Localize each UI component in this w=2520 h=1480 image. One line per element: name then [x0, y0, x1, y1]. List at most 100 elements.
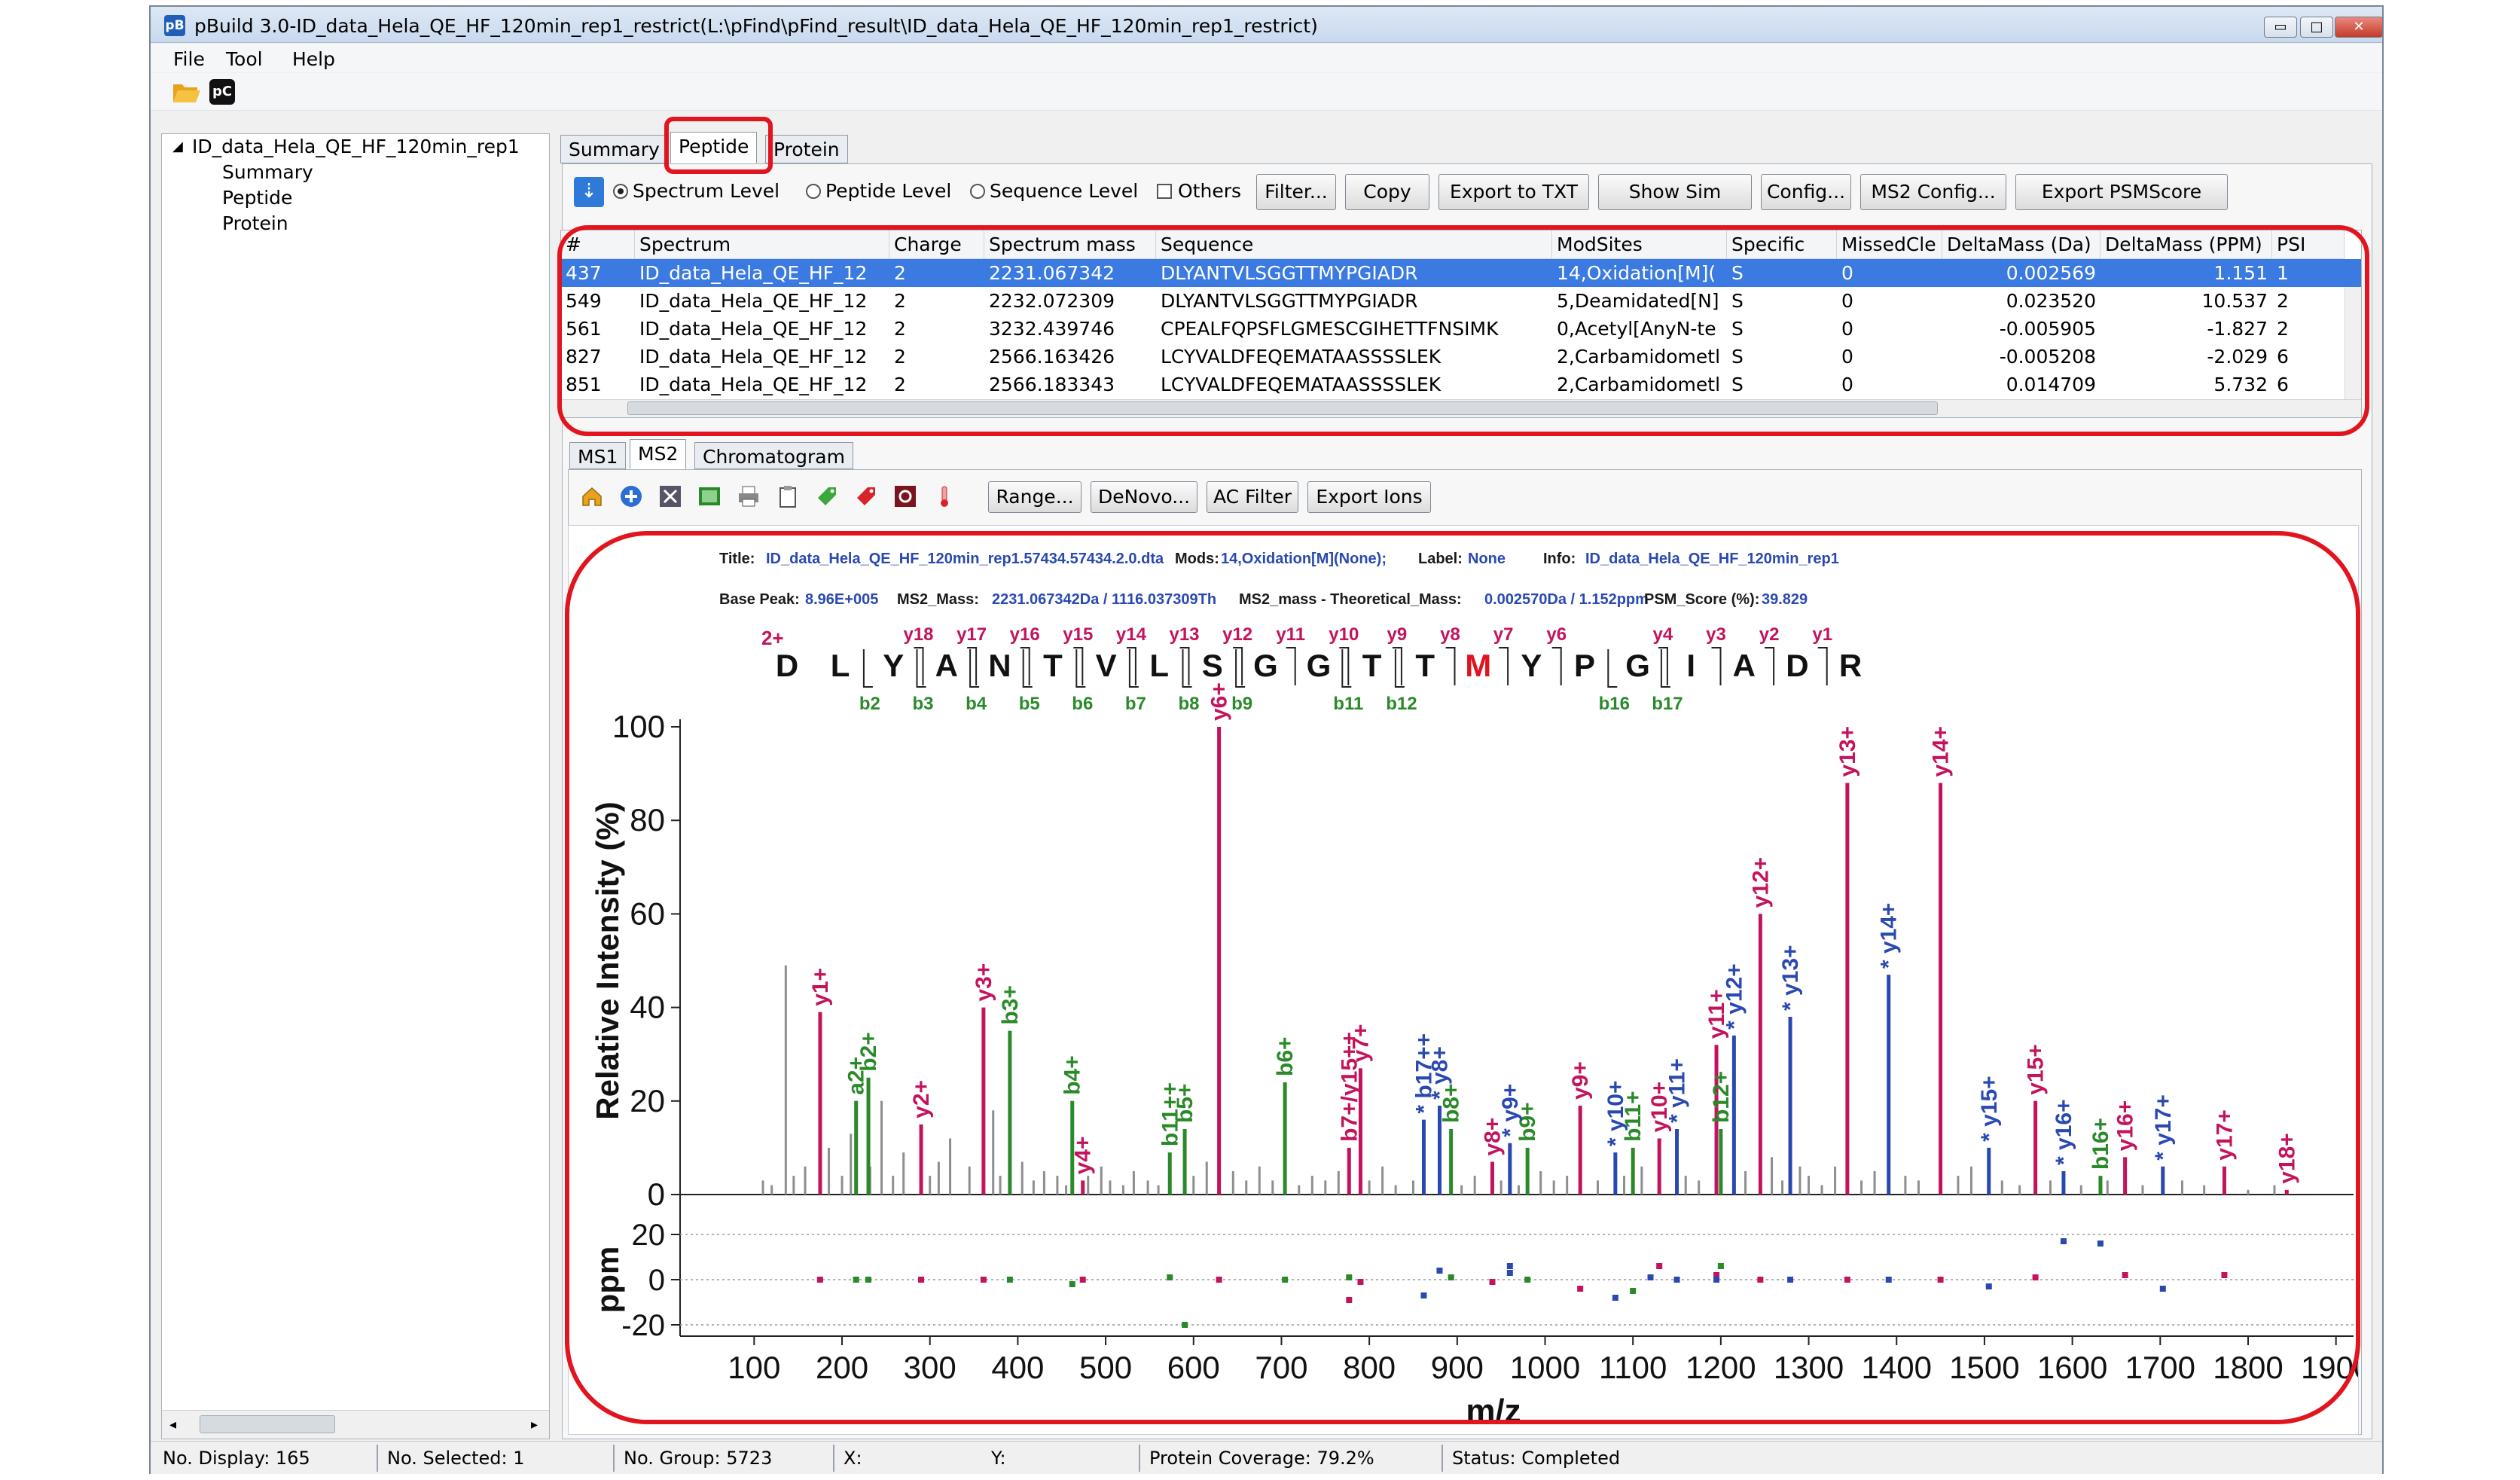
show-sim-button[interactable]: Show Sim	[1598, 174, 1752, 210]
image-icon[interactable]	[697, 484, 722, 508]
ac-filter-button[interactable]: AC Filter	[1207, 481, 1298, 513]
tree-item-protein[interactable]: Protein	[222, 212, 288, 234]
config-button[interactable]: Config...	[1761, 174, 1851, 210]
residue-T: T	[1362, 648, 1382, 683]
peak-label: b4+	[1060, 1055, 1085, 1095]
clipboard-icon[interactable]	[776, 484, 800, 508]
folder-open-icon[interactable]	[172, 80, 200, 104]
tools-icon[interactable]	[658, 484, 682, 508]
copy-button[interactable]: Copy	[1345, 174, 1429, 210]
tree-scroll-thumb[interactable]	[200, 1415, 335, 1433]
export-ions-button[interactable]: Export Ions	[1307, 481, 1431, 513]
status-divider	[1442, 1445, 1443, 1472]
y-tick-label: 40	[630, 990, 665, 1025]
tab-protein[interactable]: Protein	[765, 135, 848, 163]
col-header-modsites[interactable]: ModSites	[1552, 230, 1727, 259]
col-header-index[interactable]: #	[561, 230, 635, 259]
b-ion-label: b12	[1386, 694, 1417, 714]
denovo-button[interactable]: DeNovo...	[1091, 481, 1197, 513]
table-cell: -1.827	[2207, 318, 2268, 340]
download-icon[interactable]: ⇣	[574, 177, 604, 207]
residue-A: A	[935, 648, 958, 683]
print-icon[interactable]	[737, 484, 761, 508]
red-tag-icon[interactable]	[854, 484, 878, 508]
maximize-icon: □	[2310, 19, 2323, 35]
b-ion-label: b2	[859, 694, 880, 714]
y-ion-label: y8	[1440, 624, 1460, 645]
table-cell: 2	[2277, 318, 2289, 340]
menu-file[interactable]: File	[173, 48, 205, 70]
ms2-config-button[interactable]: MS2 Config...	[1860, 174, 2006, 210]
tab-ms1[interactable]: MS1	[569, 442, 627, 469]
ppm-error-point	[1448, 1274, 1454, 1280]
peak-label: y4+	[1071, 1136, 1096, 1174]
export-psmscore-button[interactable]: Export PSMScore	[2015, 174, 2228, 210]
col-header-spectrum-mass[interactable]: Spectrum mass	[984, 230, 1156, 259]
base-peak-label: Base Peak:	[719, 591, 800, 608]
plus-icon[interactable]	[619, 484, 643, 508]
tree-expander-icon[interactable]: ◢	[172, 139, 183, 154]
col-header-psi[interactable]: PSI	[2272, 230, 2345, 259]
ppm-error-point	[1506, 1263, 1513, 1269]
b-ion-bracket	[1128, 649, 1139, 688]
col-header-deltamass-da[interactable]: DeltaMass (Da)	[1942, 230, 2101, 259]
x-tick-label: 800	[1343, 1350, 1396, 1385]
x-tick-label: 1400	[1862, 1350, 1932, 1385]
thermometer-icon[interactable]	[932, 484, 956, 508]
tab-chromatogram[interactable]: Chromatogram	[694, 442, 853, 469]
sequence-level-radio[interactable]	[970, 184, 985, 199]
table-cell: 2	[2277, 290, 2289, 312]
x-tick-label: 1500	[1949, 1350, 2019, 1385]
tree-hscroll[interactable]: ◂ ▸	[162, 1410, 549, 1439]
spectrum-title: ID_data_Hela_QE_HF_120min_rep1.57434.574…	[766, 551, 1164, 567]
others-checkbox[interactable]	[1157, 184, 1172, 199]
spectrum-chart[interactable]: Title: ID_data_Hela_QE_HF_120min_rep1.574…	[569, 526, 2358, 1434]
scroll-right-icon[interactable]: ▸	[531, 1417, 538, 1433]
mods-label: Mods:	[1175, 551, 1219, 567]
tree-root[interactable]: ID_data_Hela_QE_HF_120min_rep1	[192, 136, 520, 157]
peak-label: * y17+	[2151, 1094, 2176, 1161]
spectrum-panel: Title: ID_data_Hela_QE_HF_120min_rep1.574…	[568, 525, 2359, 1435]
col-header-missedcle[interactable]: MissedCle	[1837, 230, 1942, 259]
peptide-level-radio[interactable]	[806, 184, 821, 199]
ppm-error-point	[1647, 1274, 1654, 1280]
spectrum-level-radio[interactable]	[613, 184, 628, 199]
x-tick-label: 1700	[2125, 1350, 2195, 1385]
table-row[interactable]: 549 ID_data_Hela_QE_HF_12 2 2232.072309 DLYA…	[561, 287, 2361, 315]
ppm-error-point	[1673, 1277, 1680, 1283]
tree-item-peptide[interactable]: Peptide	[222, 187, 292, 209]
col-header-deltamass-ppm[interactable]: DeltaMass (PPM)	[2101, 230, 2272, 259]
minimize-button[interactable]: ▭	[2264, 17, 2297, 38]
tab-summary[interactable]: Summary	[560, 135, 668, 163]
range-button[interactable]: Range...	[988, 481, 1082, 513]
settings-icon[interactable]	[893, 484, 917, 508]
col-header-charge[interactable]: Charge	[889, 230, 984, 259]
col-header-sequence[interactable]: Sequence	[1156, 230, 1552, 259]
table-row[interactable]: 561 ID_data_Hela_QE_HF_12 2 3232.439746 CPEA…	[561, 315, 2361, 343]
close-button[interactable]: ✕	[2335, 17, 2383, 38]
table-row[interactable]: 851 ID_data_Hela_QE_HF_12 2 2566.183343 LCYV…	[561, 371, 2361, 398]
residue-N: N	[988, 648, 1011, 683]
tab-peptide[interactable]: Peptide	[670, 132, 758, 163]
home-icon[interactable]	[580, 484, 604, 508]
ppm-tick-label: -20	[621, 1309, 665, 1342]
table-scroll-thumb[interactable]	[627, 401, 1938, 415]
table-row[interactable]: 437 ID_data_Hela_QE_HF_12 2 2231.067342 DLYA…	[561, 259, 2361, 287]
green-tag-icon[interactable]	[815, 484, 839, 508]
filter-button[interactable]: Filter...	[1256, 174, 1336, 210]
pc-icon[interactable]: pC	[209, 79, 235, 105]
x-tick-label: 1800	[2213, 1350, 2283, 1385]
scroll-left-icon[interactable]: ◂	[169, 1417, 176, 1433]
col-header-specific[interactable]: Specific	[1727, 230, 1837, 259]
menu-tool[interactable]: Tool	[226, 48, 263, 70]
status-divider	[377, 1445, 378, 1472]
tree-item-summary[interactable]: Summary	[222, 161, 313, 183]
maximize-button[interactable]: □	[2300, 17, 2333, 38]
menu-help[interactable]: Help	[292, 48, 335, 70]
table-hscroll[interactable]	[561, 399, 2361, 417]
table-row[interactable]: 827 ID_data_Hela_QE_HF_12 2 2566.163426 LCYV…	[561, 343, 2361, 371]
export-txt-button[interactable]: Export to TXT	[1438, 174, 1589, 210]
peak-label: * y14+	[1877, 903, 1902, 969]
tab-ms2[interactable]: MS2	[630, 439, 687, 469]
col-header-spectrum[interactable]: Spectrum	[635, 230, 889, 259]
